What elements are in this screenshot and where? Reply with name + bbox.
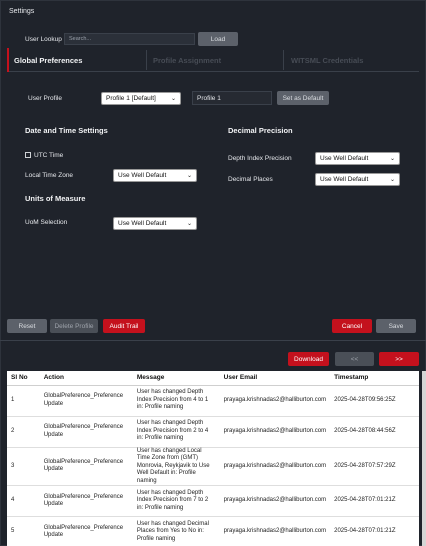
depth-index-precision-label: Depth Index Precision [228,155,292,162]
depth-index-precision-value: Use Well Default [320,155,369,162]
column-header-timestamp: Timestamp [330,371,419,386]
user-lookup-label: User Lookup [25,36,62,43]
tab-divider [283,50,284,70]
section-divider [0,340,426,341]
table-scrollbar[interactable] [422,371,426,546]
column-header-user-email: User Email [219,371,331,386]
units-of-measure-heading: Units of Measure [25,194,86,203]
depth-index-precision-select[interactable]: Use Well Default ⌄ [315,152,400,165]
cell-message: User has changed Depth Index Precision f… [132,416,220,448]
audit-trail-table: Sl No Action Message User Email Timestam… [7,371,419,546]
cell-timestamp: 2025-04-28T07:57:29Z [330,447,419,486]
cell-timestamp: 2025-04-28T07:01:21Z [330,485,419,517]
table-row: 3 GlobalPreference_Preference Update Use… [7,447,419,486]
table-row: 4 GlobalPreference_Preference Update Use… [7,485,419,517]
cell-user-email: prayaga.krishnadas2@halliburton.com [219,416,331,448]
table-row: 1 GlobalPreference_Preference Update Use… [7,385,419,417]
cell-user-email: prayaga.krishnadas2@halliburton.com [219,485,331,517]
cell-message: User has changed Depth Index Precision f… [132,385,220,417]
cell-timestamp: 2025-04-28T07:01:21Z [330,516,419,546]
decimal-places-value: Use Well Default [320,176,369,183]
uom-selection-label: UoM Selection [25,219,68,226]
column-header-sl-no: Sl No [7,371,40,386]
uom-selection-value: Use Well Default [118,220,167,227]
cell-action: GlobalPreference_Preference Update [39,447,133,486]
local-time-zone-select[interactable]: Use Well Default ⌄ [113,169,197,182]
cell-message: User has changed Local Time Zone from (G… [132,447,220,486]
column-header-action: Action [39,371,133,386]
cell-message: User has changed Decimal Places from Yes… [132,516,220,546]
cell-action: GlobalPreference_Preference Update [39,416,133,448]
chevron-down-icon: ⌄ [170,96,176,102]
profile-name-input[interactable]: Profile 1 [192,91,272,105]
chevron-down-icon: ⌄ [186,221,192,227]
decimal-precision-heading: Decimal Precision [228,126,293,135]
download-button[interactable]: Download [288,352,329,366]
chevron-down-icon: ⌄ [389,177,395,183]
cell-timestamp: 2025-04-28T09:56:25Z [330,385,419,417]
cell-user-email: prayaga.krishnadas2@halliburton.com [219,516,331,546]
cell-sl-no: 1 [7,385,40,417]
cell-user-email: prayaga.krishnadas2@halliburton.com [219,385,331,417]
prev-page-button[interactable]: << [335,352,374,366]
table-header-row: Sl No Action Message User Email Timestam… [7,371,419,386]
cell-timestamp: 2025-04-28T08:44:56Z [330,416,419,448]
decimal-places-label: Decimal Places [228,176,273,183]
date-time-heading: Date and Time Settings [25,126,108,135]
window-title: Settings [9,8,35,15]
cancel-button[interactable]: Cancel [332,319,372,333]
chevron-down-icon: ⌄ [389,156,395,162]
local-time-zone-label: Local Time Zone [25,172,74,179]
tab-profile-assignment[interactable]: Profile Assignment [153,48,221,72]
settings-tabs: Global Preferences Profile Assignment WI… [7,48,419,72]
decimal-places-select[interactable]: Use Well Default ⌄ [315,173,400,186]
user-profile-label: User Profile [28,95,62,102]
audit-trail-button[interactable]: Audit Trail [103,319,145,333]
cell-sl-no: 3 [7,447,40,486]
tab-divider [146,50,147,70]
tab-global-preferences[interactable]: Global Preferences [7,48,82,72]
delete-profile-button[interactable]: Delete Profile [50,319,98,333]
save-button[interactable]: Save [376,319,416,333]
cell-sl-no: 4 [7,485,40,517]
cell-user-email: prayaga.krishnadas2@halliburton.com [219,447,331,486]
reset-button[interactable]: Reset [7,319,47,333]
set-as-default-button[interactable]: Set as Default [277,91,329,105]
local-time-zone-value: Use Well Default [118,172,167,179]
cell-message: User has changed Depth Index Precision f… [132,485,220,517]
user-lookup-input[interactable]: Search... [64,33,195,45]
table-row: 5 GlobalPreference_Preference Update Use… [7,516,419,546]
uom-selection-select[interactable]: Use Well Default ⌄ [113,217,197,230]
load-button[interactable]: Load [198,32,238,46]
utc-time-checkbox[interactable] [25,152,31,158]
user-profile-select-value: Profile 1 [Default] [106,95,156,102]
table-row: 2 GlobalPreference_Preference Update Use… [7,416,419,448]
tab-witsml-credentials[interactable]: WITSML Credentials [291,48,363,72]
cell-action: GlobalPreference_Preference Update [39,516,133,546]
cell-sl-no: 5 [7,516,40,546]
cell-action: GlobalPreference_Preference Update [39,485,133,517]
user-profile-select[interactable]: Profile 1 [Default] ⌄ [101,92,181,105]
cell-action: GlobalPreference_Preference Update [39,385,133,417]
chevron-down-icon: ⌄ [186,173,192,179]
cell-sl-no: 2 [7,416,40,448]
column-header-message: Message [132,371,220,386]
utc-time-label: UTC Time [34,152,64,159]
next-page-button[interactable]: >> [379,352,419,366]
